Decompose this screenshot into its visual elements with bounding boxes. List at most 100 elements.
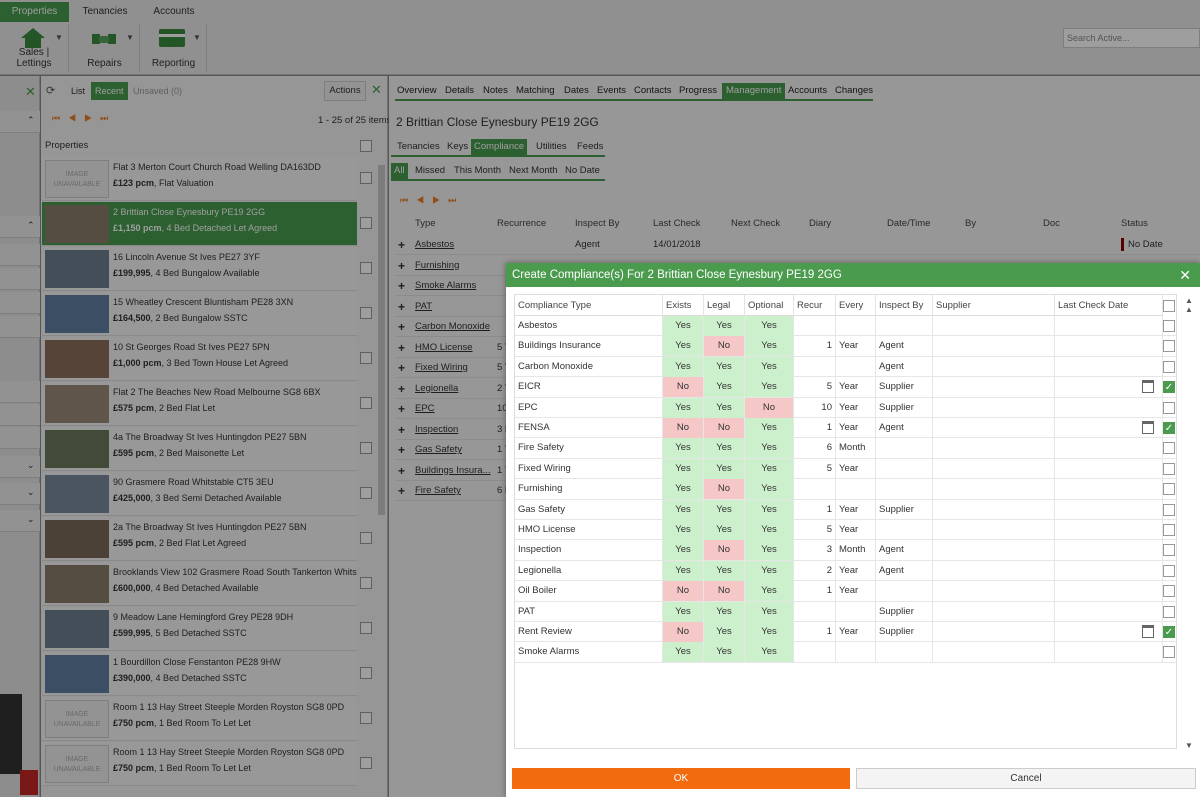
cell-recur[interactable]: 3 [794, 540, 836, 561]
row-checkbox[interactable]: ✓ [1163, 422, 1175, 434]
row-checkbox[interactable] [1163, 462, 1175, 475]
cell-every[interactable]: Year [836, 499, 876, 520]
cell-recur[interactable]: 1 [794, 418, 836, 438]
row-checkbox[interactable]: ✓ [1163, 626, 1175, 638]
row-checkbox[interactable] [1163, 544, 1175, 557]
cell-recur[interactable]: 2 [794, 560, 836, 581]
table-scroll-up[interactable]: ▲ ▲ [1185, 296, 1193, 314]
cell-every[interactable]: Year [836, 581, 876, 602]
row-checkbox[interactable] [1163, 585, 1175, 598]
cell-last-check-date[interactable] [1055, 479, 1163, 500]
row-checkbox[interactable] [1163, 401, 1175, 414]
cell-supplier[interactable] [933, 601, 1055, 622]
cell-last-check-date[interactable] [1055, 499, 1163, 520]
row-checkbox[interactable]: ✓ [1163, 381, 1175, 394]
cell-inspect[interactable] [876, 581, 933, 602]
cell-inspect[interactable] [876, 438, 933, 459]
cell-supplier[interactable] [933, 520, 1055, 540]
cell-recur[interactable]: 6 [794, 438, 836, 459]
cell-inspect[interactable]: Agent [876, 418, 933, 438]
cell-inspect[interactable]: Supplier [876, 397, 933, 418]
cell-supplier[interactable] [933, 418, 1055, 438]
ok-button[interactable]: OK [512, 768, 850, 789]
row-checkbox[interactable] [1163, 605, 1175, 618]
cell-recur[interactable]: 1 [794, 499, 836, 520]
cell-last-check-date[interactable] [1055, 540, 1163, 561]
cell-recur[interactable] [794, 479, 836, 500]
cell-recur[interactable]: 1 [794, 336, 836, 357]
cell-recur[interactable]: 5 [794, 377, 836, 398]
cell-inspect[interactable] [876, 642, 933, 663]
cell-supplier[interactable] [933, 540, 1055, 561]
cell-supplier[interactable] [933, 336, 1055, 357]
cell-inspect[interactable]: Agent [876, 540, 933, 561]
cell-last-check-date[interactable] [1055, 316, 1163, 336]
cell-recur[interactable] [794, 316, 836, 336]
cell-every[interactable]: Year [836, 397, 876, 418]
row-checkbox[interactable] [1163, 564, 1175, 577]
cell-every[interactable]: Month [836, 438, 876, 459]
cell-supplier[interactable] [933, 581, 1055, 602]
cell-recur[interactable] [794, 356, 836, 377]
cell-every[interactable] [836, 356, 876, 377]
cell-every[interactable]: Year [836, 560, 876, 581]
cell-inspect[interactable]: Supplier [876, 622, 933, 642]
cell-recur[interactable] [794, 601, 836, 622]
cell-inspect[interactable] [876, 520, 933, 540]
cell-supplier[interactable] [933, 499, 1055, 520]
cell-supplier[interactable] [933, 642, 1055, 663]
cell-inspect[interactable]: Supplier [876, 377, 933, 398]
cell-recur[interactable]: 5 [794, 458, 836, 479]
cell-every[interactable]: Year [836, 520, 876, 540]
row-checkbox[interactable] [1163, 320, 1175, 332]
cell-recur[interactable] [794, 642, 836, 663]
cell-inspect[interactable]: Supplier [876, 601, 933, 622]
row-checkbox[interactable] [1163, 503, 1175, 516]
cell-recur[interactable]: 10 [794, 397, 836, 418]
row-checkbox[interactable] [1163, 524, 1175, 536]
cell-supplier[interactable] [933, 316, 1055, 336]
cell-inspect[interactable] [876, 479, 933, 500]
cell-inspect[interactable]: Supplier [876, 499, 933, 520]
cell-last-check-date[interactable] [1055, 581, 1163, 602]
cell-supplier[interactable] [933, 356, 1055, 377]
cell-last-check-date[interactable] [1055, 560, 1163, 581]
calendar-icon[interactable] [1142, 421, 1154, 434]
cell-supplier[interactable] [933, 397, 1055, 418]
cell-last-check-date[interactable] [1055, 622, 1163, 642]
cell-every[interactable] [836, 316, 876, 336]
cell-every[interactable] [836, 479, 876, 500]
cell-last-check-date[interactable] [1055, 520, 1163, 540]
cell-supplier[interactable] [933, 458, 1055, 479]
cell-last-check-date[interactable] [1055, 377, 1163, 398]
cell-supplier[interactable] [933, 479, 1055, 500]
cell-inspect[interactable]: Agent [876, 336, 933, 357]
cell-inspect[interactable]: Agent [876, 560, 933, 581]
row-checkbox[interactable] [1163, 360, 1175, 373]
cell-every[interactable]: Month [836, 540, 876, 561]
cell-every[interactable] [836, 642, 876, 663]
cancel-button[interactable]: Cancel [856, 768, 1196, 789]
cell-last-check-date[interactable] [1055, 397, 1163, 418]
cell-last-check-date[interactable] [1055, 418, 1163, 438]
row-checkbox[interactable] [1163, 646, 1175, 659]
row-checkbox[interactable] [1163, 442, 1175, 455]
cell-recur[interactable]: 1 [794, 581, 836, 602]
cell-last-check-date[interactable] [1055, 336, 1163, 357]
cell-every[interactable]: Year [836, 458, 876, 479]
cell-last-check-date[interactable] [1055, 438, 1163, 459]
cell-last-check-date[interactable] [1055, 601, 1163, 622]
table-scroll-down[interactable]: ▼ [1185, 741, 1193, 750]
select-all-checkbox[interactable] [1163, 300, 1175, 312]
cell-every[interactable]: Year [836, 377, 876, 398]
cell-supplier[interactable] [933, 377, 1055, 398]
close-icon[interactable]: ✕ [1179, 267, 1191, 283]
cell-every[interactable]: Year [836, 622, 876, 642]
cell-last-check-date[interactable] [1055, 458, 1163, 479]
cell-supplier[interactable] [933, 622, 1055, 642]
cell-recur[interactable]: 5 [794, 520, 836, 540]
cell-every[interactable] [836, 601, 876, 622]
cell-recur[interactable]: 1 [794, 622, 836, 642]
row-checkbox[interactable] [1163, 483, 1175, 496]
cell-supplier[interactable] [933, 560, 1055, 581]
